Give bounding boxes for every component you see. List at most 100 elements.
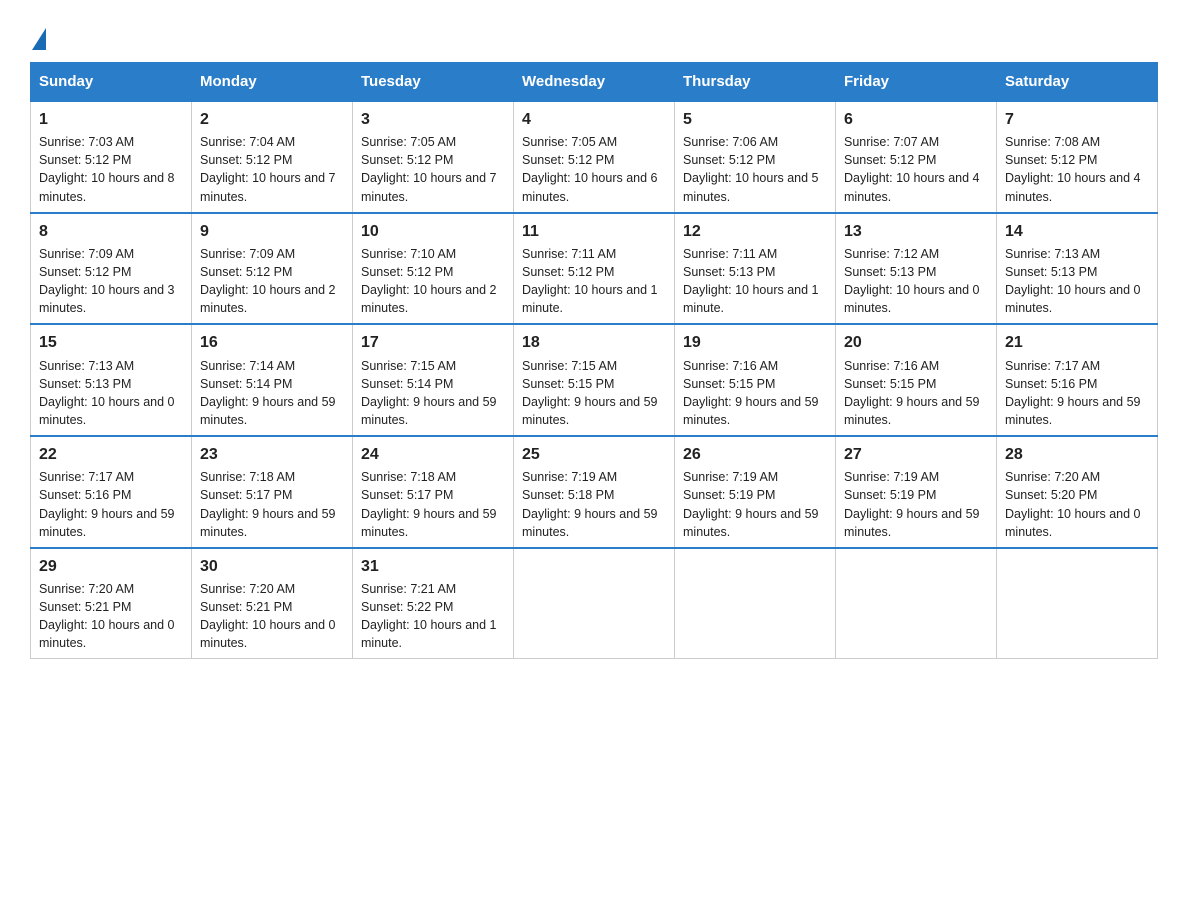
- sunrise-text: Sunrise: 7:08 AM: [1005, 133, 1149, 151]
- week-row-1: 1Sunrise: 7:03 AMSunset: 5:12 PMDaylight…: [31, 101, 1158, 213]
- day-number: 25: [522, 443, 666, 466]
- daylight-text: Daylight: 10 hours and 1 minute.: [361, 616, 505, 652]
- daylight-text: Daylight: 9 hours and 59 minutes.: [844, 505, 988, 541]
- sunrise-text: Sunrise: 7:07 AM: [844, 133, 988, 151]
- sunset-text: Sunset: 5:12 PM: [39, 263, 183, 281]
- sunset-text: Sunset: 5:15 PM: [522, 375, 666, 393]
- daylight-text: Daylight: 10 hours and 0 minutes.: [39, 616, 183, 652]
- day-cell-26: 26Sunrise: 7:19 AMSunset: 5:19 PMDayligh…: [675, 436, 836, 548]
- day-number: 1: [39, 108, 183, 131]
- day-number: 24: [361, 443, 505, 466]
- day-cell-13: 13Sunrise: 7:12 AMSunset: 5:13 PMDayligh…: [836, 213, 997, 325]
- week-row-3: 15Sunrise: 7:13 AMSunset: 5:13 PMDayligh…: [31, 324, 1158, 436]
- day-number: 3: [361, 108, 505, 131]
- day-cell-18: 18Sunrise: 7:15 AMSunset: 5:15 PMDayligh…: [514, 324, 675, 436]
- logo-triangle-icon: [32, 28, 46, 50]
- header: [30, 20, 1158, 44]
- daylight-text: Daylight: 10 hours and 1 minute.: [522, 281, 666, 317]
- day-cell-28: 28Sunrise: 7:20 AMSunset: 5:20 PMDayligh…: [997, 436, 1158, 548]
- day-cell-12: 12Sunrise: 7:11 AMSunset: 5:13 PMDayligh…: [675, 213, 836, 325]
- daylight-text: Daylight: 10 hours and 2 minutes.: [361, 281, 505, 317]
- day-number: 4: [522, 108, 666, 131]
- sunset-text: Sunset: 5:19 PM: [844, 486, 988, 504]
- col-header-thursday: Thursday: [675, 63, 836, 102]
- sunset-text: Sunset: 5:12 PM: [522, 263, 666, 281]
- daylight-text: Daylight: 9 hours and 59 minutes.: [200, 505, 344, 541]
- daylight-text: Daylight: 10 hours and 5 minutes.: [683, 169, 827, 205]
- daylight-text: Daylight: 10 hours and 0 minutes.: [200, 616, 344, 652]
- daylight-text: Daylight: 10 hours and 0 minutes.: [39, 393, 183, 429]
- daylight-text: Daylight: 9 hours and 59 minutes.: [361, 393, 505, 429]
- daylight-text: Daylight: 10 hours and 3 minutes.: [39, 281, 183, 317]
- day-number: 14: [1005, 220, 1149, 243]
- day-number: 18: [522, 331, 666, 354]
- day-cell-6: 6Sunrise: 7:07 AMSunset: 5:12 PMDaylight…: [836, 101, 997, 213]
- daylight-text: Daylight: 9 hours and 59 minutes.: [522, 505, 666, 541]
- sunset-text: Sunset: 5:15 PM: [844, 375, 988, 393]
- day-cell-24: 24Sunrise: 7:18 AMSunset: 5:17 PMDayligh…: [353, 436, 514, 548]
- calendar-table: SundayMondayTuesdayWednesdayThursdayFrid…: [30, 62, 1158, 659]
- sunset-text: Sunset: 5:13 PM: [39, 375, 183, 393]
- sunrise-text: Sunrise: 7:15 AM: [522, 357, 666, 375]
- day-cell-31: 31Sunrise: 7:21 AMSunset: 5:22 PMDayligh…: [353, 548, 514, 659]
- day-number: 30: [200, 555, 344, 578]
- daylight-text: Daylight: 9 hours and 59 minutes.: [683, 393, 827, 429]
- daylight-text: Daylight: 10 hours and 4 minutes.: [1005, 169, 1149, 205]
- day-header-row: SundayMondayTuesdayWednesdayThursdayFrid…: [31, 63, 1158, 102]
- day-cell-22: 22Sunrise: 7:17 AMSunset: 5:16 PMDayligh…: [31, 436, 192, 548]
- day-cell-5: 5Sunrise: 7:06 AMSunset: 5:12 PMDaylight…: [675, 101, 836, 213]
- sunrise-text: Sunrise: 7:16 AM: [844, 357, 988, 375]
- day-cell-19: 19Sunrise: 7:16 AMSunset: 5:15 PMDayligh…: [675, 324, 836, 436]
- day-number: 16: [200, 331, 344, 354]
- day-cell-20: 20Sunrise: 7:16 AMSunset: 5:15 PMDayligh…: [836, 324, 997, 436]
- daylight-text: Daylight: 10 hours and 8 minutes.: [39, 169, 183, 205]
- day-cell-30: 30Sunrise: 7:20 AMSunset: 5:21 PMDayligh…: [192, 548, 353, 659]
- sunrise-text: Sunrise: 7:12 AM: [844, 245, 988, 263]
- day-cell-1: 1Sunrise: 7:03 AMSunset: 5:12 PMDaylight…: [31, 101, 192, 213]
- sunset-text: Sunset: 5:12 PM: [522, 151, 666, 169]
- sunset-text: Sunset: 5:17 PM: [200, 486, 344, 504]
- sunrise-text: Sunrise: 7:13 AM: [39, 357, 183, 375]
- day-cell-7: 7Sunrise: 7:08 AMSunset: 5:12 PMDaylight…: [997, 101, 1158, 213]
- sunrise-text: Sunrise: 7:13 AM: [1005, 245, 1149, 263]
- sunrise-text: Sunrise: 7:06 AM: [683, 133, 827, 151]
- daylight-text: Daylight: 9 hours and 59 minutes.: [1005, 393, 1149, 429]
- sunset-text: Sunset: 5:14 PM: [361, 375, 505, 393]
- day-number: 10: [361, 220, 505, 243]
- daylight-text: Daylight: 10 hours and 2 minutes.: [200, 281, 344, 317]
- sunrise-text: Sunrise: 7:18 AM: [361, 468, 505, 486]
- day-number: 26: [683, 443, 827, 466]
- daylight-text: Daylight: 10 hours and 0 minutes.: [1005, 281, 1149, 317]
- sunset-text: Sunset: 5:19 PM: [683, 486, 827, 504]
- day-cell-25: 25Sunrise: 7:19 AMSunset: 5:18 PMDayligh…: [514, 436, 675, 548]
- daylight-text: Daylight: 10 hours and 7 minutes.: [361, 169, 505, 205]
- sunrise-text: Sunrise: 7:17 AM: [1005, 357, 1149, 375]
- sunset-text: Sunset: 5:18 PM: [522, 486, 666, 504]
- sunset-text: Sunset: 5:16 PM: [39, 486, 183, 504]
- daylight-text: Daylight: 9 hours and 59 minutes.: [39, 505, 183, 541]
- sunset-text: Sunset: 5:21 PM: [200, 598, 344, 616]
- day-number: 13: [844, 220, 988, 243]
- daylight-text: Daylight: 9 hours and 59 minutes.: [361, 505, 505, 541]
- sunset-text: Sunset: 5:14 PM: [200, 375, 344, 393]
- sunrise-text: Sunrise: 7:19 AM: [844, 468, 988, 486]
- sunrise-text: Sunrise: 7:04 AM: [200, 133, 344, 151]
- sunset-text: Sunset: 5:20 PM: [1005, 486, 1149, 504]
- day-cell-14: 14Sunrise: 7:13 AMSunset: 5:13 PMDayligh…: [997, 213, 1158, 325]
- sunrise-text: Sunrise: 7:05 AM: [522, 133, 666, 151]
- sunset-text: Sunset: 5:15 PM: [683, 375, 827, 393]
- sunset-text: Sunset: 5:12 PM: [200, 263, 344, 281]
- day-number: 2: [200, 108, 344, 131]
- sunrise-text: Sunrise: 7:20 AM: [39, 580, 183, 598]
- day-cell-2: 2Sunrise: 7:04 AMSunset: 5:12 PMDaylight…: [192, 101, 353, 213]
- day-number: 11: [522, 220, 666, 243]
- day-number: 20: [844, 331, 988, 354]
- daylight-text: Daylight: 10 hours and 0 minutes.: [1005, 505, 1149, 541]
- sunrise-text: Sunrise: 7:19 AM: [683, 468, 827, 486]
- empty-cell: [836, 548, 997, 659]
- col-header-saturday: Saturday: [997, 63, 1158, 102]
- sunrise-text: Sunrise: 7:20 AM: [1005, 468, 1149, 486]
- daylight-text: Daylight: 10 hours and 0 minutes.: [844, 281, 988, 317]
- sunset-text: Sunset: 5:12 PM: [39, 151, 183, 169]
- sunrise-text: Sunrise: 7:15 AM: [361, 357, 505, 375]
